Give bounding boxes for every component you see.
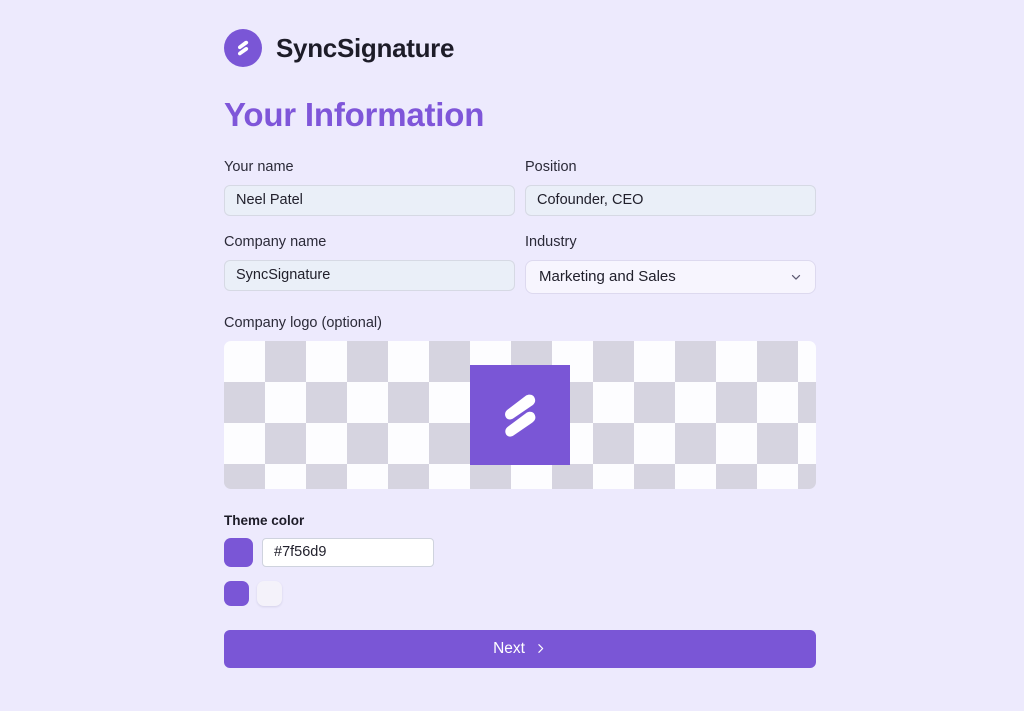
field-position: Position [525, 159, 816, 216]
theme-color-hex-input[interactable] [262, 537, 434, 567]
page-title: Your Information [224, 96, 485, 133]
company-logo-dropzone[interactable] [224, 340, 816, 489]
theme-preset-white[interactable] [257, 580, 282, 606]
brand-header: SyncSignature [224, 22, 816, 74]
industry-select[interactable] [525, 259, 816, 294]
position-label: Position [525, 159, 577, 175]
form-container: SyncSignature Your Information Your name… [224, 22, 816, 668]
theme-color-section: Theme color [224, 513, 816, 606]
field-industry: Industry [525, 233, 816, 294]
theme-color-swatch-button[interactable] [224, 537, 253, 567]
company-logo-label: Company logo (optional) [224, 314, 382, 331]
next-button-label: Next [493, 639, 525, 657]
company-name-label: Company name [224, 233, 327, 250]
theme-color-label: Theme color [224, 512, 305, 528]
onboarding-page: SyncSignature Your Information Your name… [0, 0, 1024, 711]
field-your-name: Your name [224, 159, 515, 216]
syncsignature-bolt-mark-icon [505, 394, 536, 437]
brand-name: SyncSignature [276, 32, 455, 63]
theme-color-presets [224, 580, 816, 606]
company-logo-preview [470, 364, 570, 465]
next-button[interactable]: Next [224, 629, 816, 668]
field-company-name: Company name [224, 233, 515, 294]
your-name-label: Your name [224, 159, 294, 175]
chevron-right-icon [538, 644, 544, 654]
information-form: Your name Position Company name Industry [224, 159, 816, 294]
theme-preset-purple[interactable] [224, 580, 249, 606]
syncsignature-bolt-logo-icon [224, 29, 262, 67]
industry-select-wrap [525, 259, 816, 294]
theme-color-row [224, 537, 816, 567]
your-name-input[interactable] [224, 184, 515, 216]
industry-label: Industry [525, 233, 577, 250]
company-logo-section: Company logo (optional) [224, 314, 816, 489]
position-input[interactable] [525, 184, 816, 216]
company-name-input[interactable] [224, 259, 515, 291]
